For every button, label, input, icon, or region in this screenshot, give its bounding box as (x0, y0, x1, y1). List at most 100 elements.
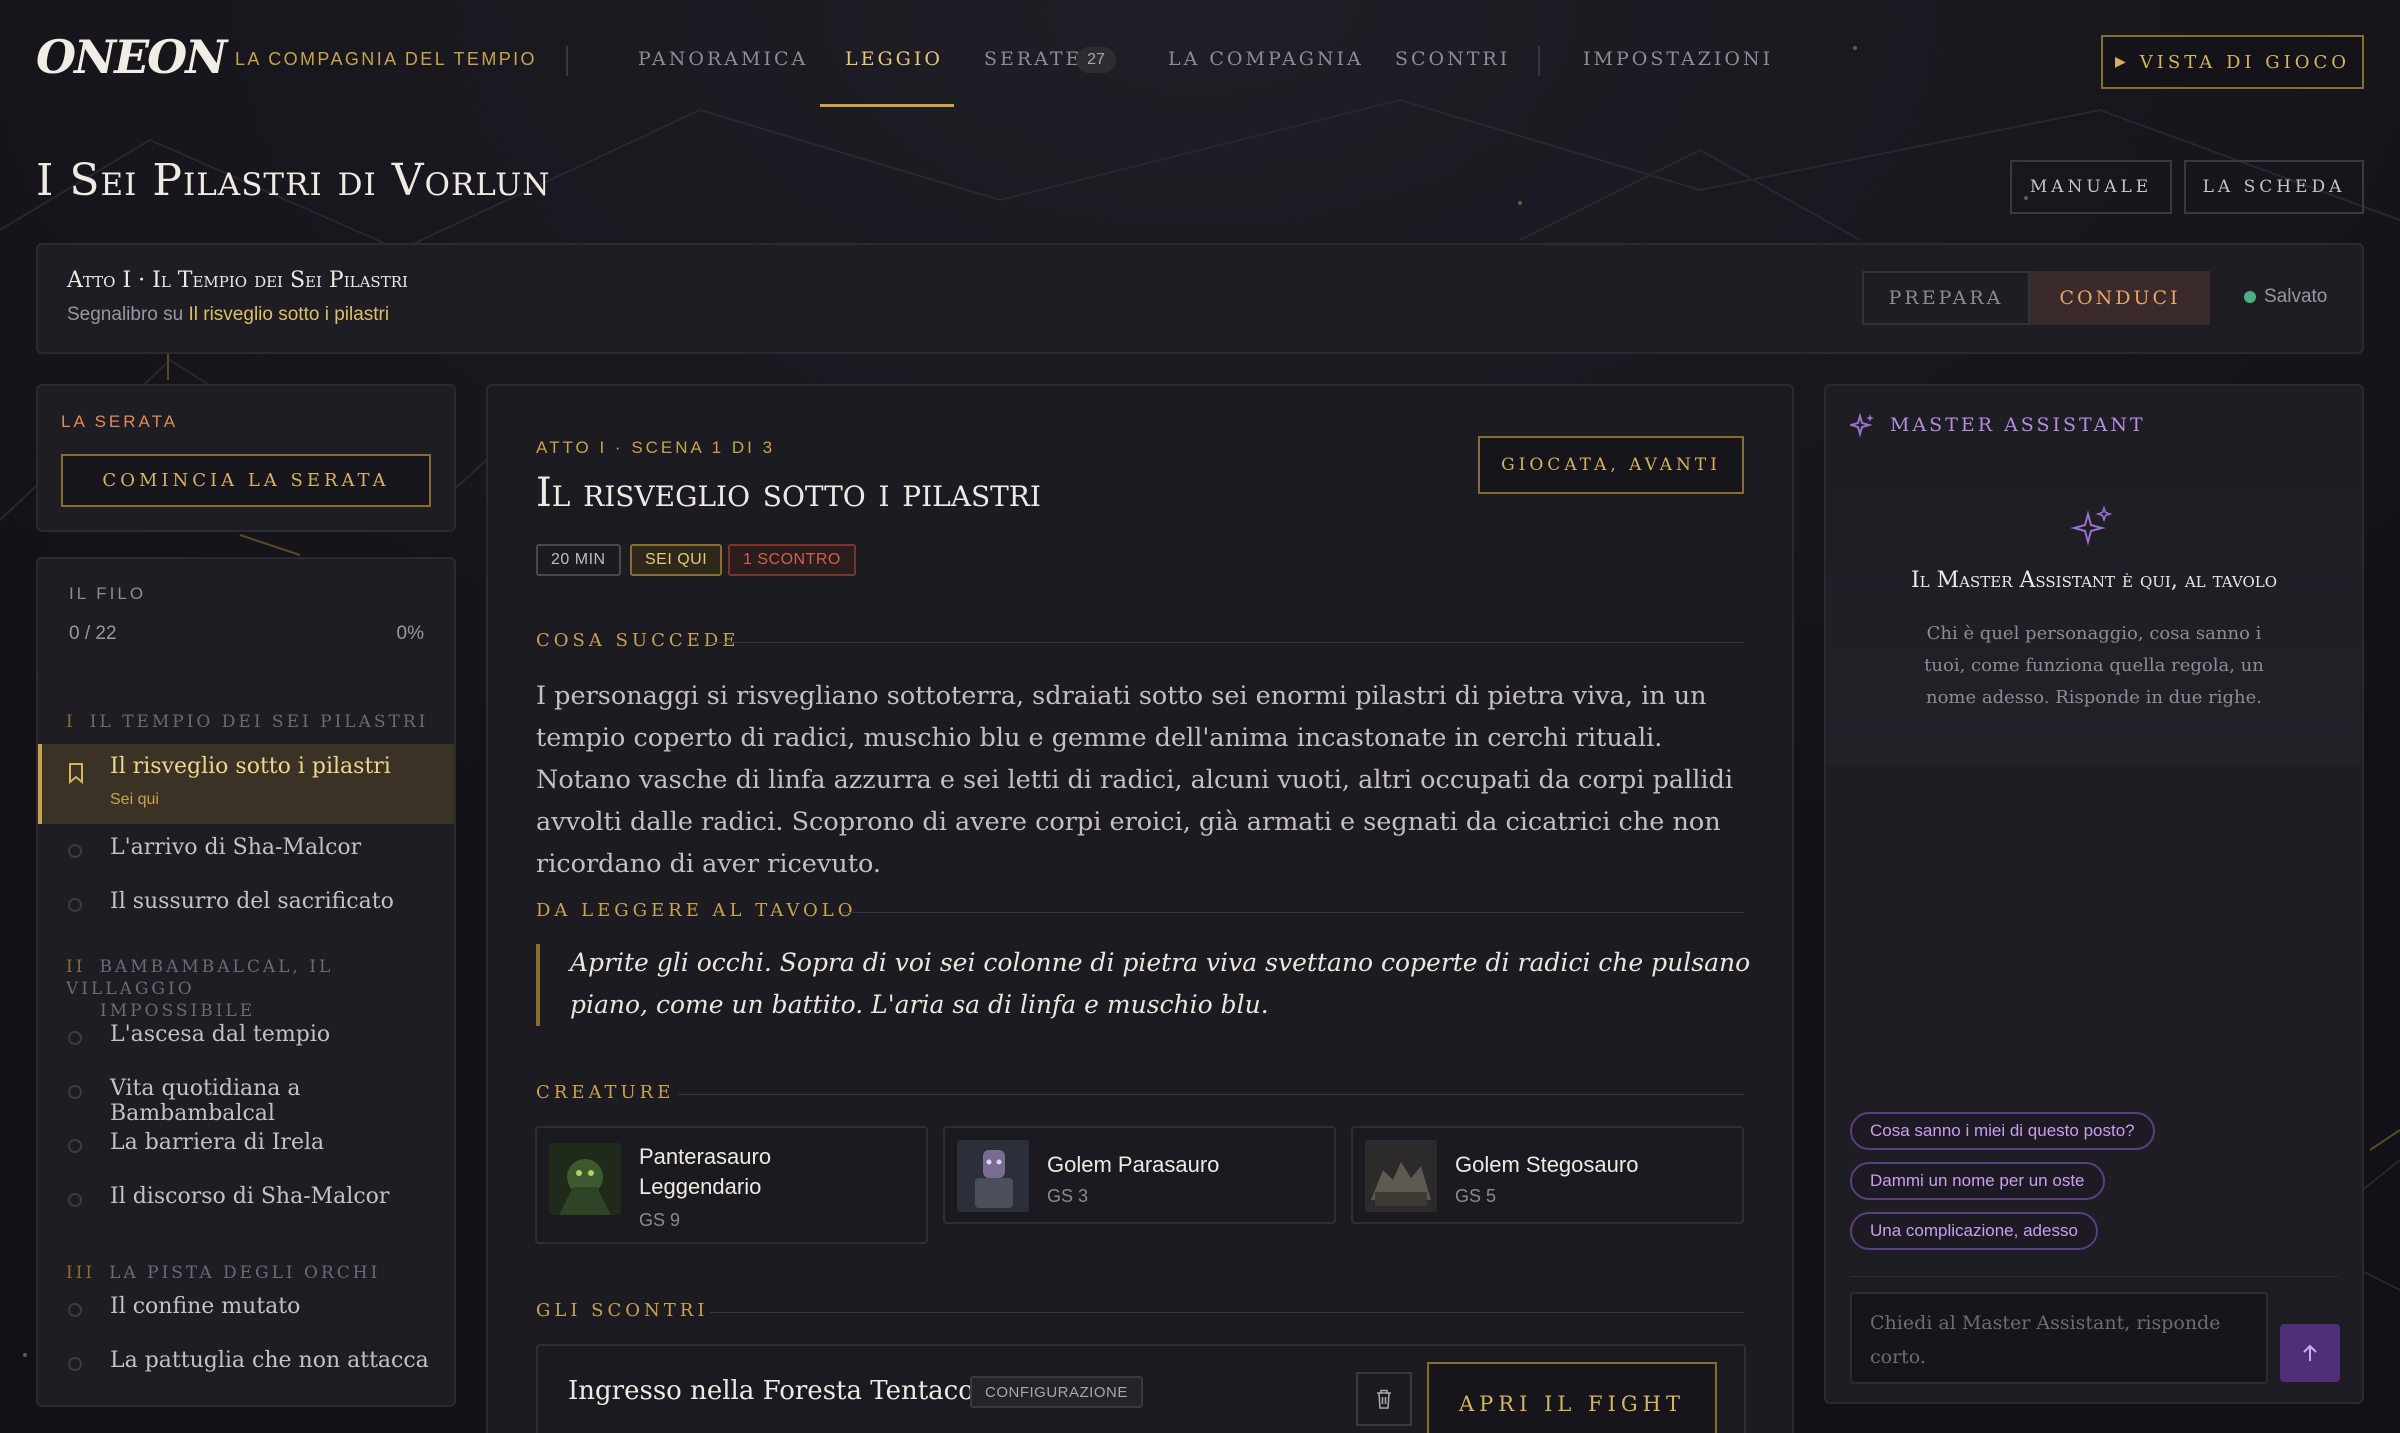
toc-section-2: II Bambambalcal, il villaggio impossibile (66, 956, 454, 1022)
encounters-heading: Gli Scontri (536, 1300, 709, 1321)
game-view-label: Vista di Gioco (2139, 51, 2350, 73)
creature-name: Panterasauro Leggendario (639, 1142, 771, 1202)
scene-title: Il risveglio sotto i pilastri (536, 470, 1041, 516)
trash-icon (1377, 1389, 1391, 1409)
thread-panel: Il Filo 0 / 22 0% I Il Tempio dei Sei Pil… (36, 557, 456, 1407)
creatures-heading: Creature (536, 1082, 675, 1103)
play-icon: ▶ (2114, 54, 2126, 70)
suggestion-chip[interactable]: Una complicazione, adesso (1850, 1212, 2098, 1250)
what-happens-text: I personaggi si risvegliano sottoterra, … (536, 681, 1734, 879)
toc-section-title: Il Tempio dei Sei Pilastri (89, 712, 429, 732)
encounter-count-tag: 1 scontro (728, 544, 856, 576)
toc-section-numeral: III (66, 1263, 96, 1283)
toc-status-circle (68, 1193, 82, 1207)
toc-item[interactable]: La barriera di Irela (110, 1130, 324, 1155)
toc-item[interactable]: L'ascesa dal tempio (110, 1022, 330, 1047)
toc-status-circle (68, 1031, 82, 1045)
send-button[interactable] (2280, 1324, 2340, 1382)
toc-item[interactable]: Il sussurro del sacrificato (110, 889, 394, 914)
assistant-heading: Il Master Assistant è qui, al tavolo (1910, 568, 2277, 593)
sparkle-icon (1850, 412, 1874, 438)
open-fight-button[interactable]: Apri il fight (1427, 1362, 1717, 1433)
nav-impostazioni[interactable]: Impostazioni (1583, 48, 1773, 70)
creature-card[interactable]: Panterasauro Leggendario GS 9 (535, 1126, 928, 1244)
assistant-label: Master Assistant (1890, 414, 2146, 436)
creature-portrait (957, 1140, 1029, 1212)
played-next-button[interactable]: Giocata, avanti (1478, 436, 1744, 494)
toc-section-title: Bambambalcal, il villaggio (66, 957, 334, 999)
encounter-name: Ingresso nella Foresta Tentacolare (568, 1376, 1026, 1406)
sparkle-large-icon (2070, 506, 2113, 546)
bookmark-link[interactable]: Il risveglio sotto i pilastri (188, 304, 389, 325)
saved-status: Salvato (2264, 286, 2328, 307)
section-divider (710, 1312, 1744, 1313)
scene-panel: Atto I · Scena 1 di 3 Il risveglio sotto… (486, 384, 1794, 1433)
toc-item[interactable]: La pattuglia che non attacca (110, 1348, 429, 1373)
manual-button[interactable]: Manuale (2010, 160, 2172, 214)
toc-section-numeral: I (66, 712, 76, 732)
nav-leggio[interactable]: Leggio (845, 48, 943, 70)
creature-challenge-rating: GS 3 (1047, 1186, 1089, 1206)
assistant-input[interactable]: Chiedi al Master Assistant, risponde cor… (1850, 1292, 2268, 1384)
start-evening-button[interactable]: Comincia la serata (61, 454, 431, 507)
nav-active-indicator (820, 104, 954, 107)
bookmark-icon (69, 763, 83, 784)
encounter-status-tag: Configurazione (970, 1376, 1143, 1408)
mode-run-button[interactable]: Conduci (2030, 271, 2210, 325)
read-aloud-bar (536, 944, 540, 1026)
page-title: I Sei Pilastri di Vorlun (36, 155, 551, 206)
input-divider (1850, 1276, 2338, 1277)
evening-label: La Serata (61, 412, 179, 431)
assistant-description-line: nome adesso. Risponde in due righe. (1925, 687, 2263, 708)
nav-divider (1538, 46, 1540, 76)
creature-portrait (549, 1143, 621, 1215)
section-divider (842, 912, 1744, 913)
what-happens-heading: Cosa succede (536, 630, 740, 651)
toc-item[interactable]: L'arrivo di Sha-Malcor (110, 835, 361, 860)
creature-card[interactable]: Golem Stegosauro GS 5 (1351, 1126, 1744, 1224)
encounter-card: Ingresso nella Foresta Tentacolare Confi… (536, 1344, 1746, 1433)
suggestion-chip[interactable]: Dammi un nome per un oste (1850, 1162, 2105, 1200)
toc-item-label: Il risveglio sotto i pilastri (110, 754, 391, 779)
thread-progress-count: 0 / 22 (69, 623, 117, 644)
nav-scontri[interactable]: Scontri (1395, 48, 1510, 70)
game-view-button[interactable]: ▶ Vista di Gioco (2101, 35, 2364, 89)
delete-encounter-button[interactable] (1356, 1372, 1412, 1426)
creature-name: Golem Parasauro (1047, 1152, 1220, 1177)
oneon-logo[interactable]: ONEON (36, 30, 227, 92)
toc-item[interactable]: Il discorso di Sha-Malcor (110, 1184, 389, 1209)
company-name[interactable]: La Compagnia del Tempio (235, 49, 537, 70)
sheet-button[interactable]: La Scheda (2184, 160, 2364, 214)
bookmark-prefix: Segnalibro su (67, 304, 184, 325)
toc-status-circle (68, 898, 82, 912)
input-placeholder: corto. (1870, 1346, 1926, 1368)
toc-status-circle (68, 1303, 82, 1317)
toc-section-title-cont: impossibile (100, 1001, 256, 1021)
creature-name-line2: Leggendario (639, 1174, 762, 1199)
mode-prepare-button[interactable]: Prepara (1862, 271, 2030, 325)
current-position-label: Sei qui (110, 791, 159, 808)
duration-tag: 20 min (536, 544, 621, 576)
read-aloud-heading: Da leggere al tavolo (536, 900, 857, 921)
toc-item[interactable]: Il confine mutato (110, 1294, 300, 1319)
section-divider (678, 1094, 1744, 1095)
creature-name-line1: Panterasauro (639, 1144, 772, 1169)
assistant-description: Chi è quel personaggio, cosa sanno i tuo… (1826, 618, 2362, 714)
read-aloud-text: Aprite gli occhi. Sopra di voi sei colon… (570, 948, 1751, 1019)
nav-serate[interactable]: Serate (984, 48, 1082, 70)
toc-item-current[interactable]: Il risveglio sotto i pilastri Sei qui (38, 744, 454, 824)
toc-section-title: La pista degli orchi (109, 1263, 381, 1283)
creature-portrait (1365, 1140, 1437, 1212)
toc-item[interactable]: Vita quotidiana a Bambambalcal (110, 1076, 454, 1126)
nav-la-compagnia[interactable]: La Compagnia (1168, 48, 1364, 70)
nav-panoramica[interactable]: Panoramica (638, 48, 808, 70)
thread-label: Il Filo (69, 584, 147, 603)
current-tag: Sei qui (630, 544, 723, 576)
toc-section-1: I Il Tempio dei Sei Pilastri (66, 711, 428, 733)
act-title: Atto I · Il Tempio dei Sei Pilastri (67, 268, 408, 293)
creature-name: Golem Stegosauro (1455, 1152, 1639, 1177)
creature-challenge-rating: GS 9 (639, 1210, 681, 1230)
suggestion-chip[interactable]: Cosa sanno i miei di questo posto? (1850, 1112, 2155, 1150)
toc-status-circle (68, 1357, 82, 1371)
creature-card[interactable]: Golem Parasauro GS 3 (943, 1126, 1336, 1224)
